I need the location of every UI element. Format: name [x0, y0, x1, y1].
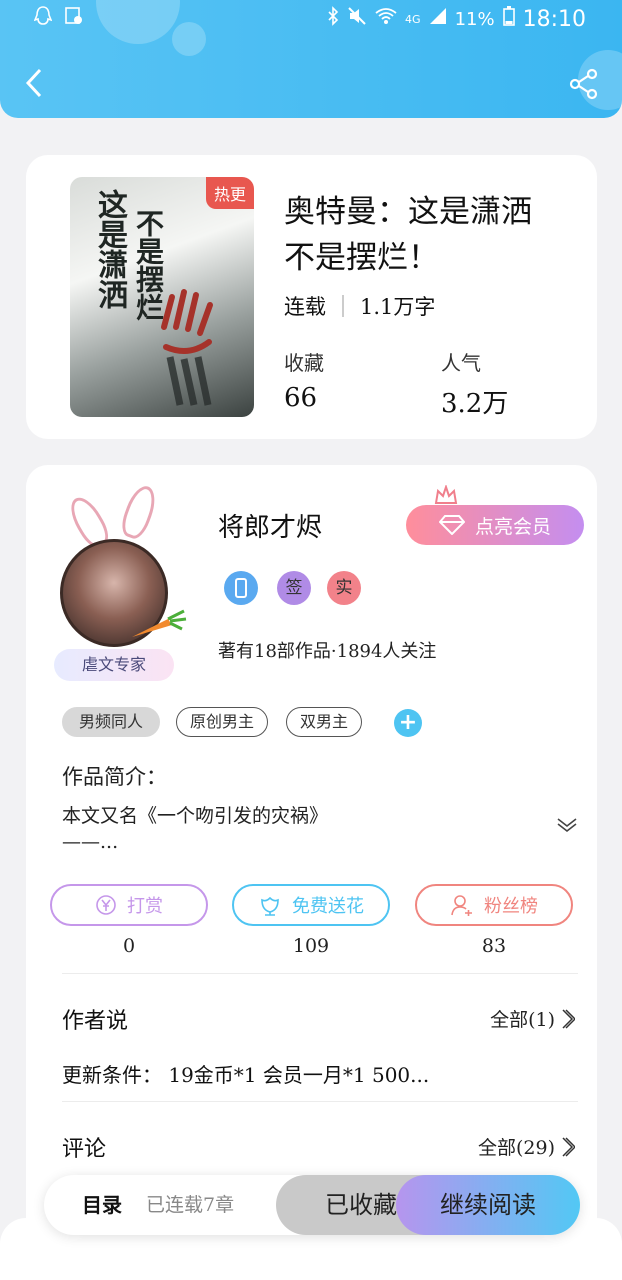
signed-badge: 签 — [277, 571, 311, 605]
bunny-ear-decor — [117, 482, 161, 542]
author-says-heading: 作者说 — [62, 1009, 129, 1034]
tag-chip[interactable]: 双男主 — [286, 707, 362, 737]
intro-text[interactable]: 本文又名《一个吻引发的灾祸》 ——... — [62, 803, 532, 855]
popularity-value: 3.2万 — [441, 389, 509, 419]
crown-icon — [434, 485, 458, 504]
serial-status: 连载 — [284, 295, 326, 319]
hot-update-badge: 热更 — [205, 177, 254, 209]
chapter-count: 已连载7章 — [146, 1194, 235, 1216]
favorites-label: 收藏 — [284, 351, 324, 375]
continue-reading-button[interactable]: 继续阅读 — [396, 1175, 580, 1235]
chevron-left-icon — [25, 68, 42, 98]
divider — [62, 1101, 578, 1102]
carrot-icon — [132, 609, 187, 637]
chevron-right-icon — [562, 1008, 575, 1029]
yen-icon — [96, 895, 116, 915]
share-icon — [569, 68, 598, 100]
author-title-badge: 虐文专家 — [54, 649, 174, 681]
popularity-label: 人气 — [441, 351, 481, 375]
flower-count: 109 — [292, 935, 330, 957]
tip-button[interactable]: 打赏 — [50, 884, 208, 926]
book-title: 奥特曼：这是潇洒不是摆烂！ — [284, 194, 532, 276]
top-header: 4G 11% 18:10 — [0, 0, 622, 118]
diamond-icon — [438, 515, 465, 535]
battery-icon — [502, 6, 515, 33]
fan-ranking-button[interactable]: 粉丝榜 — [415, 884, 573, 926]
tag-chip[interactable]: 男频同人 — [62, 707, 160, 737]
author-says-all-label: 全部(1) — [490, 1009, 555, 1031]
share-button[interactable] — [568, 68, 600, 100]
book-detail-card: 虐文专家 将郎才烬 点亮会员 签 实 著有18部作品·1894人关注 男频同人 … — [26, 465, 597, 1280]
real-name-badge: 实 — [327, 571, 361, 605]
expand-chevron-icon[interactable] — [556, 817, 578, 833]
send-flower-button[interactable]: 免费送花 — [232, 884, 390, 926]
wifi-icon — [375, 7, 397, 32]
intro-line: ——... — [62, 831, 119, 853]
tag-chip[interactable]: 原创男主 — [176, 707, 268, 737]
author-name[interactable]: 将郎才烬 — [218, 507, 322, 544]
author-says-text[interactable]: 更新条件： 19金币*1 会员一月*1 500... — [62, 1059, 429, 1088]
intro-line: 本文又名《一个吻引发的灾祸》 — [62, 805, 329, 827]
fan-count: 83 — [481, 935, 507, 957]
send-flower-label: 免费送花 — [292, 896, 364, 917]
bluetooth-icon — [327, 6, 339, 33]
book-status-row: 连载 1.1万字 — [284, 291, 435, 321]
cover-hand-art — [161, 289, 213, 406]
favorites-value: 66 — [284, 383, 318, 413]
battery-percent: 11% — [454, 8, 495, 30]
phone-verified-badge — [224, 571, 258, 605]
vip-button-label: 点亮会员 — [474, 515, 551, 538]
tip-count: 0 — [122, 935, 136, 957]
network-type: 4G — [405, 12, 421, 26]
book-cover[interactable]: 这是潇洒 不是摆烂 热更 — [70, 177, 254, 417]
status-bar: 4G 11% 18:10 — [0, 6, 622, 32]
back-button[interactable] — [20, 66, 54, 100]
clock: 18:10 — [522, 6, 586, 32]
user-icon — [451, 895, 472, 916]
divider — [62, 973, 578, 974]
toc-button[interactable]: 目录 — [82, 1175, 122, 1235]
word-count: 1.1万字 — [360, 295, 436, 319]
book-info-card: 这是潇洒 不是摆烂 热更 奥特曼：这是潇洒不是摆烂！ 连载 1.1万字 收藏 6… — [26, 155, 597, 439]
activate-vip-button[interactable]: 点亮会员 — [406, 505, 584, 545]
comments-all-label: 全部(29) — [477, 1137, 555, 1159]
intro-heading: 作品简介： — [62, 765, 167, 789]
phone-icon — [235, 578, 247, 598]
fan-ranking-label: 粉丝榜 — [484, 896, 538, 917]
tip-label: 打赏 — [127, 896, 163, 917]
comments-heading: 评论 — [62, 1137, 107, 1162]
author-works-info: 著有18部作品·1894人关注 — [218, 641, 437, 662]
mute-icon — [347, 6, 367, 33]
comments-all-link[interactable]: 全部(29) — [478, 1133, 575, 1160]
cover-title-art: 这是潇洒 — [92, 189, 127, 309]
flower-icon — [261, 896, 279, 916]
author-avatar-wrap[interactable] — [56, 482, 196, 647]
screenshot-icon — [64, 6, 84, 33]
bottom-action-bar: 目录 已连载7章 已收藏 继续阅读 — [44, 1175, 580, 1235]
divider — [342, 295, 344, 317]
author-says-all-link[interactable]: 全部(1) — [490, 1005, 575, 1032]
signal-icon — [429, 7, 447, 32]
add-tag-button[interactable]: + — [394, 709, 422, 737]
qq-icon — [33, 6, 53, 33]
chevron-right-icon — [562, 1136, 575, 1157]
